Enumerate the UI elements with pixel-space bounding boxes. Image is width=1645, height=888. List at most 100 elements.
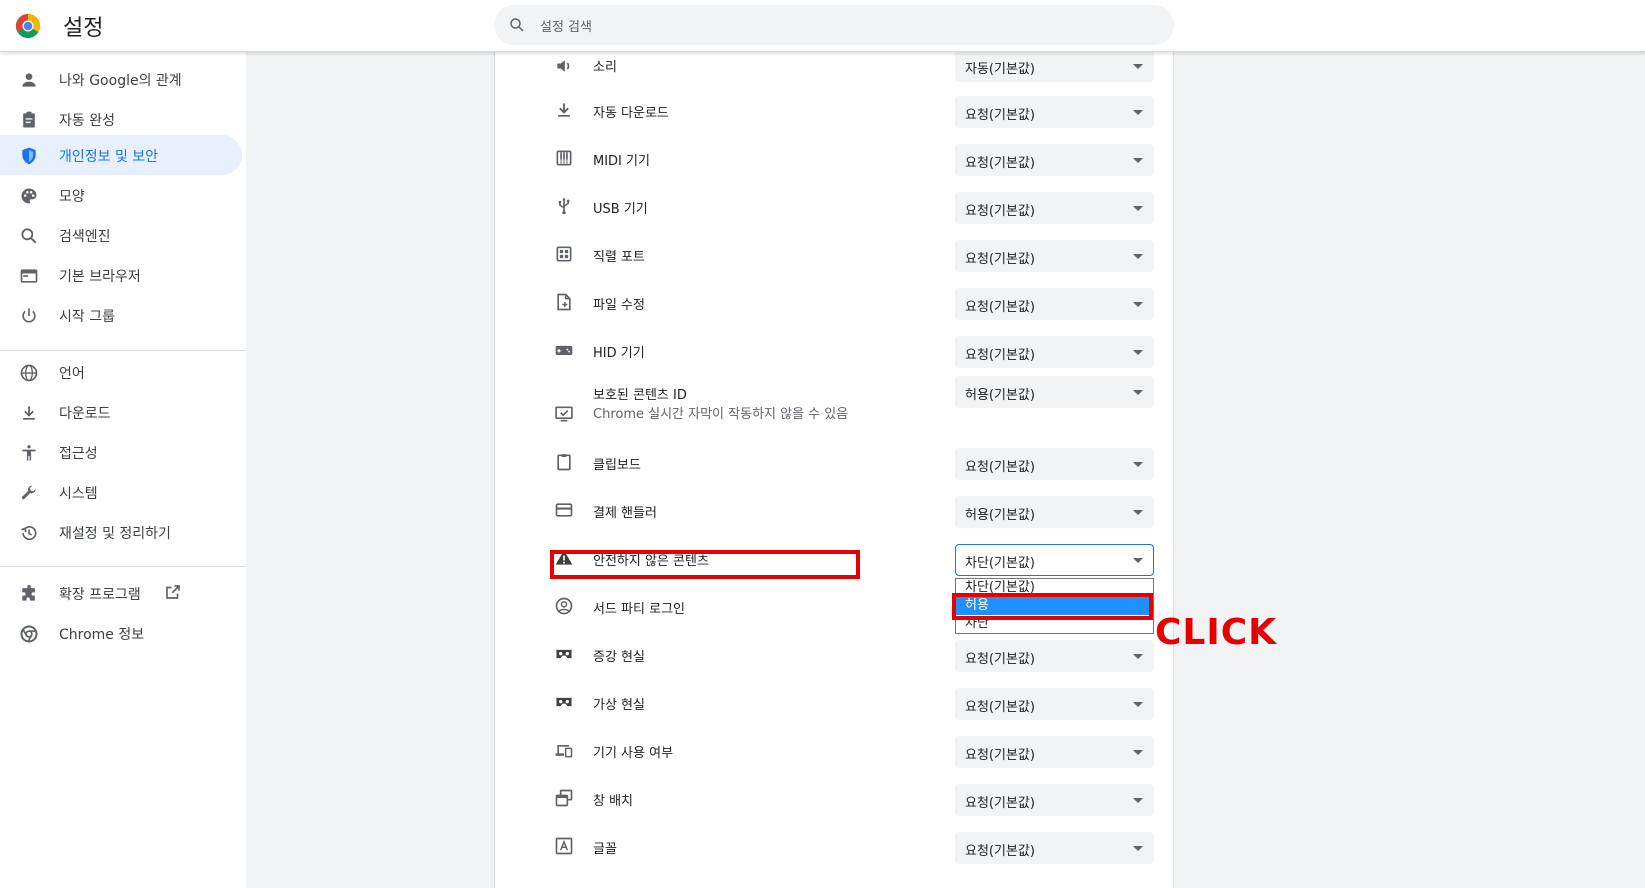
setting-select-window-placement[interactable]: 요청(기본값) <box>955 784 1154 816</box>
setting-select-payment-handlers[interactable]: 허용(기본값) <box>955 496 1154 528</box>
dropdown-arrow-icon <box>1133 390 1143 395</box>
setting-label: 글꼴 <box>593 842 617 857</box>
clipboard-icon <box>23 111 35 128</box>
setting-select-insecure-content[interactable]: 차단(기본값) <box>955 544 1154 576</box>
sidebar-item-reset-cleanup[interactable]: 재설정 및 정리하기 <box>0 512 242 552</box>
setting-select-clipboard[interactable]: 요청(기본값) <box>955 448 1154 480</box>
dropdown-arrow-icon <box>1133 462 1143 467</box>
select-value: 요청(기본값) <box>965 348 1035 363</box>
history-icon <box>21 526 37 541</box>
power-icon <box>22 308 36 323</box>
dropdown-arrow-icon <box>1133 798 1143 803</box>
setting-select-protected-content[interactable]: 허용(기본값) <box>955 376 1154 408</box>
dropdown-arrow-icon <box>1133 206 1143 211</box>
setting-row-usb: USB 기기 요청(기본값) <box>495 192 1175 240</box>
select-value: 요청(기본값) <box>965 652 1035 667</box>
setting-row-augmented-reality: 증강 현실 요청(기본값) <box>495 640 1175 688</box>
dropdown-arrow-icon <box>1133 558 1143 563</box>
sidebar-item-accessibility[interactable]: 접근성 <box>0 432 242 472</box>
sidebar: 나와 Google의 관계 자동 완성 개인정보 및 보안 모양 검색엔진 기본… <box>0 52 246 888</box>
sidebar-item-privacy-security[interactable]: 개인정보 및 보안 <box>0 135 242 175</box>
setting-select-fonts[interactable]: 요청(기본값) <box>955 832 1154 864</box>
sidebar-divider <box>0 566 246 567</box>
select-value: 요청(기본값) <box>965 204 1035 219</box>
search-icon <box>21 228 37 244</box>
setting-row-serial-ports: 직렬 포트 요청(기본값) <box>495 240 1175 288</box>
sidebar-item-about-chrome[interactable]: Chrome 정보 <box>0 613 242 653</box>
select-value: 요청(기본값) <box>965 796 1035 811</box>
select-value: 요청(기본값) <box>965 748 1035 763</box>
sidebar-item-default-browser[interactable]: 기본 브라우저 <box>0 255 242 295</box>
sidebar-item-label: 언어 <box>59 366 85 382</box>
setting-select-usb[interactable]: 요청(기본값) <box>955 192 1154 224</box>
shield-icon <box>22 147 36 165</box>
setting-select-hid[interactable]: 요청(기본값) <box>955 336 1154 368</box>
sidebar-item-label: 확장 프로그램 <box>59 587 141 603</box>
sidebar-item-on-startup[interactable]: 시작 그룹 <box>0 295 242 335</box>
search-input[interactable]: 설정 검색 <box>494 5 1174 45</box>
setting-row-payment-handlers: 결제 핸들러 허용(기본값) <box>495 496 1175 544</box>
setting-row-virtual-reality: 가상 현실 요청(기본값) <box>495 688 1175 736</box>
setting-label: MIDI 기기 <box>593 154 650 169</box>
sidebar-item-downloads[interactable]: 다운로드 <box>0 392 242 432</box>
accessibility-icon <box>22 445 36 461</box>
dropdown-arrow-icon <box>1133 654 1143 659</box>
select-value: 허용(기본값) <box>965 508 1035 523</box>
protected-content-icon <box>555 406 573 422</box>
dropdown-arrow-icon <box>1133 64 1143 69</box>
person-icon <box>22 73 36 87</box>
select-value: 요청(기본값) <box>965 700 1035 715</box>
sidebar-item-label: 나와 Google의 관계 <box>59 73 182 89</box>
setting-row-sound: 소리 자동(기본값) <box>495 50 1175 96</box>
setting-select-virtual-reality[interactable]: 요청(기본값) <box>955 688 1154 720</box>
setting-label: 자동 다운로드 <box>593 106 669 121</box>
select-value: 요청(기본값) <box>965 300 1035 315</box>
palette-icon <box>21 188 37 204</box>
setting-row-auto-download: 자동 다운로드 요청(기본값) <box>495 96 1175 144</box>
clipboard-icon <box>557 454 571 471</box>
setting-select-file-editing[interactable]: 요청(기본값) <box>955 288 1154 320</box>
setting-label: 결제 핸들러 <box>593 506 657 521</box>
window-placement-icon <box>555 789 573 807</box>
click-annotation-label: CLICK <box>1155 612 1278 653</box>
sidebar-item-label: 기본 브라우저 <box>59 269 141 285</box>
sidebar-item-label: Chrome 정보 <box>59 627 145 643</box>
setting-select-augmented-reality[interactable]: 요청(기본값) <box>955 640 1154 672</box>
setting-select-sound[interactable]: 자동(기본값) <box>955 50 1154 82</box>
setting-label: 기기 사용 여부 <box>593 746 674 761</box>
top-bar: 설정 설정 검색 <box>0 0 1645 52</box>
setting-select-serial-ports[interactable]: 요청(기본값) <box>955 240 1154 272</box>
credit-card-icon <box>555 503 573 517</box>
setting-label: 소리 <box>593 60 617 75</box>
select-value: 허용(기본값) <box>965 388 1035 403</box>
setting-select-auto-download[interactable]: 요청(기본값) <box>955 96 1154 128</box>
highlight-box-insecure-content <box>550 550 860 579</box>
sidebar-item-languages[interactable]: 언어 <box>0 352 242 392</box>
sidebar-item-search-engine[interactable]: 검색엔진 <box>0 215 242 255</box>
piano-icon <box>556 150 572 166</box>
setting-label: USB 기기 <box>593 202 648 217</box>
vr-goggles-icon <box>556 697 572 707</box>
select-value: 요청(기본값) <box>965 156 1035 171</box>
puzzle-icon <box>22 584 35 601</box>
sidebar-item-appearance[interactable]: 모양 <box>0 175 242 215</box>
font-icon <box>555 837 573 855</box>
setting-label: 보호된 콘텐츠 ID <box>593 388 687 403</box>
sidebar-item-system[interactable]: 시스템 <box>0 472 242 512</box>
sidebar-item-autofill[interactable]: 자동 완성 <box>0 99 242 139</box>
sidebar-item-extensions[interactable]: 확장 프로그램 <box>0 573 242 613</box>
serial-port-icon <box>556 246 572 262</box>
setting-select-device-use[interactable]: 요청(기본값) <box>955 736 1154 768</box>
dropdown-arrow-icon <box>1133 510 1143 515</box>
setting-select-midi[interactable]: 요청(기본값) <box>955 144 1154 176</box>
dropdown-arrow-icon <box>1133 302 1143 307</box>
dropdown-arrow-icon <box>1133 110 1143 115</box>
dropdown-arrow-icon <box>1133 846 1143 851</box>
dropdown-arrow-icon <box>1133 254 1143 259</box>
select-value: 요청(기본값) <box>965 108 1035 123</box>
select-value: 요청(기본값) <box>965 844 1035 859</box>
setting-sublabel: Chrome 실시간 자막이 작동하지 않을 수 있음 <box>593 407 849 422</box>
sidebar-item-you-and-google[interactable]: 나와 Google의 관계 <box>0 59 242 99</box>
open-in-new-icon <box>166 585 180 599</box>
download-icon <box>23 406 35 420</box>
